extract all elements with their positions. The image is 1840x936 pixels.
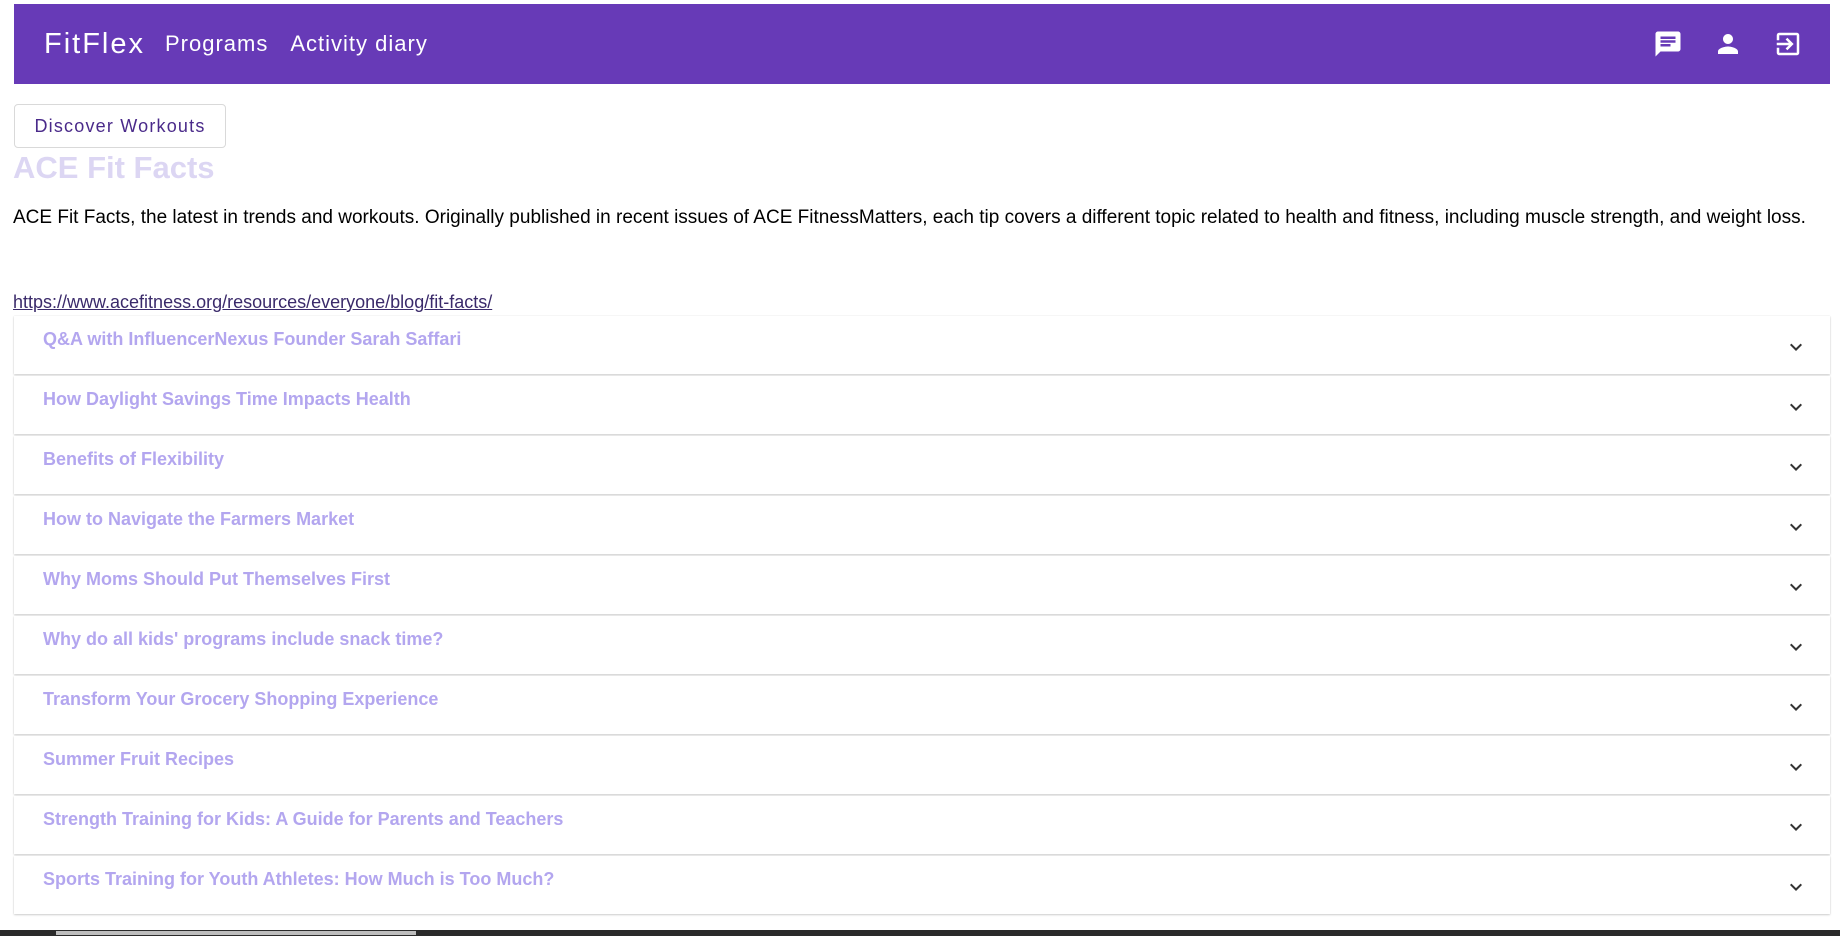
discover-workouts-button[interactable]: Discover Workouts bbox=[14, 104, 226, 148]
page: FitFlex Programs Activity diary Discover… bbox=[0, 0, 1840, 936]
article-description: ACE Fit Facts, the latest in trends and … bbox=[13, 207, 1806, 228]
accordion-item[interactable]: Why Moms Should Put Themselves First bbox=[14, 556, 1830, 614]
accordion-item-title: How Daylight Savings Time Impacts Health bbox=[43, 389, 411, 409]
chevron-down-icon[interactable] bbox=[1784, 815, 1808, 839]
chevron-down-icon[interactable] bbox=[1784, 395, 1808, 419]
source-link[interactable]: https://www.acefitness.org/resources/eve… bbox=[13, 292, 492, 313]
nav-programs[interactable]: Programs bbox=[165, 31, 268, 57]
accordion-item-title: Why do all kids' programs include snack … bbox=[43, 629, 444, 649]
accordion-item-title: Strength Training for Kids: A Guide for … bbox=[43, 809, 564, 829]
accordion-item[interactable]: How Daylight Savings Time Impacts Health bbox=[14, 376, 1830, 434]
accordion-item-title: Benefits of Flexibility bbox=[43, 449, 225, 469]
accordion-item[interactable]: Sports Training for Youth Athletes: How … bbox=[14, 856, 1830, 914]
accordion-item-title: How to Navigate the Farmers Market bbox=[43, 509, 355, 529]
accordion-item[interactable]: Summer Fruit Recipes bbox=[14, 736, 1830, 794]
chevron-down-icon[interactable] bbox=[1784, 575, 1808, 599]
logout-icon[interactable] bbox=[1768, 24, 1808, 64]
account-icon[interactable] bbox=[1708, 24, 1748, 64]
accordion-item-title: Transform Your Grocery Shopping Experien… bbox=[43, 689, 439, 709]
page-title: ACE Fit Facts bbox=[13, 150, 215, 185]
horizontal-scrollbar-thumb[interactable] bbox=[56, 931, 416, 935]
accordion-item[interactable]: How to Navigate the Farmers Market bbox=[14, 496, 1830, 554]
accordion-item[interactable]: Benefits of Flexibility bbox=[14, 436, 1830, 494]
accordion-item[interactable]: Why do all kids' programs include snack … bbox=[14, 616, 1830, 674]
chevron-down-icon[interactable] bbox=[1784, 515, 1808, 539]
accordion-item-title: Q&A with InfluencerNexus Founder Sarah S… bbox=[43, 329, 462, 349]
accordion-item-title: Why Moms Should Put Themselves First bbox=[43, 569, 391, 589]
chevron-down-icon[interactable] bbox=[1784, 695, 1808, 719]
chevron-down-icon[interactable] bbox=[1784, 335, 1808, 359]
accordion-item[interactable]: Strength Training for Kids: A Guide for … bbox=[14, 796, 1830, 854]
chevron-down-icon[interactable] bbox=[1784, 455, 1808, 479]
accordion-item-title: Sports Training for Youth Athletes: How … bbox=[43, 869, 555, 889]
app-bar: FitFlex Programs Activity diary bbox=[14, 4, 1830, 84]
chevron-down-icon[interactable] bbox=[1784, 635, 1808, 659]
fit-facts-accordion: Q&A with InfluencerNexus Founder Sarah S… bbox=[14, 316, 1830, 916]
accordion-item[interactable]: Transform Your Grocery Shopping Experien… bbox=[14, 676, 1830, 734]
chevron-down-icon[interactable] bbox=[1784, 755, 1808, 779]
accordion-item[interactable]: Q&A with InfluencerNexus Founder Sarah S… bbox=[14, 316, 1830, 374]
chevron-down-icon[interactable] bbox=[1784, 875, 1808, 899]
nav-activity-diary[interactable]: Activity diary bbox=[290, 31, 427, 57]
chat-icon[interactable] bbox=[1648, 24, 1688, 64]
accordion-item-title: Summer Fruit Recipes bbox=[43, 749, 235, 769]
brand-logo[interactable]: FitFlex bbox=[44, 28, 145, 61]
